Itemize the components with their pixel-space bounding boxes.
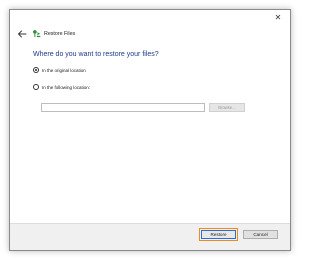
restore-button-label: Restore [210,232,227,237]
original-location-radio[interactable] [33,67,39,73]
cancel-button-label: Cancel [253,232,268,237]
restore-files-dialog: ✕ Restore Files Where do you want to res… [9,9,291,251]
back-arrow-icon[interactable] [16,28,28,40]
browse-button[interactable]: Browse... [209,103,245,112]
window-title-bar: Restore Files [32,29,75,38]
close-button[interactable]: ✕ [272,12,284,24]
following-location-label: In the following location: [42,84,91,90]
following-location-option[interactable]: In the following location: [33,84,90,90]
original-location-label: In the original location [42,67,86,73]
location-path-input[interactable] [41,103,205,112]
restore-files-icon [33,30,41,38]
cancel-button[interactable]: Cancel [243,230,278,239]
page-heading: Where do you want to restore your files? [33,51,159,58]
close-icon: ✕ [274,13,282,22]
browse-button-label: Browse... [218,105,236,110]
restore-button[interactable]: Restore [199,228,238,241]
window-title: Restore Files [44,30,76,37]
original-location-option[interactable]: In the original location [33,67,86,73]
following-location-radio[interactable] [33,84,39,90]
